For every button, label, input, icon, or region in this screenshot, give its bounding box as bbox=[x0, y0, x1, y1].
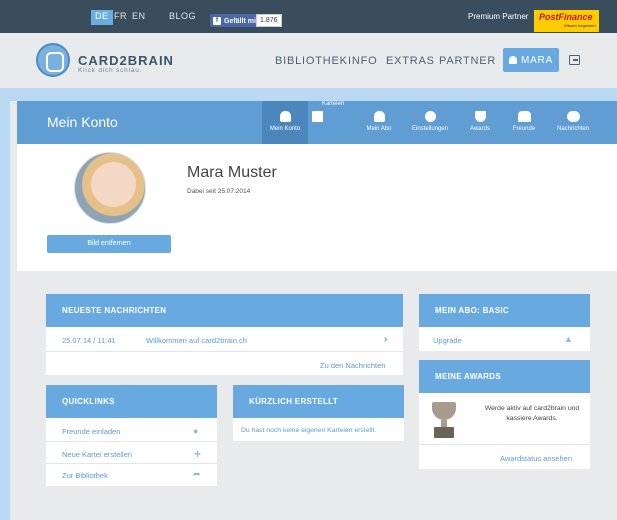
trophy-icon bbox=[474, 111, 486, 122]
postfinance-name: PostFinance bbox=[539, 12, 593, 22]
language-en[interactable]: EN bbox=[128, 10, 150, 25]
tab-label: Mein Abo bbox=[366, 126, 392, 132]
tab-mein-abo[interactable]: Mein Abo bbox=[358, 101, 400, 144]
trophy-icon bbox=[430, 402, 458, 438]
divider bbox=[46, 441, 217, 442]
facebook-icon: f bbox=[213, 17, 221, 25]
quicklink-invite-friends[interactable]: Freunde einladen bbox=[62, 427, 120, 436]
premium-partner-label: Premium Partner bbox=[468, 12, 529, 21]
facebook-like-count: 1.876 bbox=[256, 14, 282, 27]
nav-partner[interactable]: PARTNER bbox=[439, 55, 496, 67]
brand-slogan: Klick dich schlau. bbox=[78, 67, 143, 74]
share-arrow-icon: ➦ bbox=[193, 469, 201, 479]
quicklinks-card-title: QUICKLINKS bbox=[46, 385, 217, 418]
facebook-like-label: Gefällt mir bbox=[224, 17, 259, 25]
remove-picture-button[interactable]: Bild entfernen bbox=[47, 235, 171, 253]
divider bbox=[46, 351, 403, 352]
tab-label: Freunde bbox=[512, 126, 536, 132]
logout-icon[interactable] bbox=[569, 55, 580, 65]
avatar bbox=[74, 152, 146, 224]
recent-empty-text: Du hast noch keine eigenen Karteien erst… bbox=[241, 427, 377, 434]
tab-freunde[interactable]: Freunde bbox=[504, 101, 544, 144]
nav-extras[interactable]: EXTRAS bbox=[386, 55, 435, 67]
top-bar: DE FR EN BLOG f Gefällt mir 1.876 Premiu… bbox=[0, 0, 617, 33]
friends-icon: ● bbox=[193, 426, 199, 436]
user-menu-button[interactable]: MARA bbox=[503, 48, 559, 72]
brand-name[interactable]: CARD2BRAIN bbox=[78, 53, 174, 68]
blog-link[interactable]: BLOG bbox=[165, 10, 200, 25]
left-accent-strip bbox=[0, 88, 10, 520]
profile-name: Mara Muster bbox=[187, 164, 277, 181]
tab-label: Nachrichten bbox=[556, 126, 589, 132]
accent-strip bbox=[10, 88, 617, 101]
nav-bibliothek[interactable]: BIBLIOTHEK bbox=[275, 55, 348, 67]
subscription-card-title: MEIN ABO: BASIC bbox=[419, 294, 590, 327]
person-icon bbox=[279, 111, 291, 122]
quicklink-new-deck[interactable]: Neue Kartei erstellen bbox=[62, 450, 132, 459]
member-since: Dabei seit 25.07.2014 bbox=[187, 188, 251, 195]
user-name: MARA bbox=[520, 54, 554, 66]
tab-label: Awards bbox=[470, 126, 490, 132]
subscription-icon bbox=[373, 111, 385, 122]
site-header: CARD2BRAIN Klick dich schlau. BIBLIOTHEK… bbox=[0, 33, 617, 88]
user-icon bbox=[508, 56, 517, 64]
postfinance-logo[interactable]: PostFinance Wissen begeistert bbox=[534, 10, 599, 32]
quicklink-library[interactable]: Zur Bibliothek bbox=[62, 471, 108, 480]
award-status-link[interactable]: Awardstatus ansehen bbox=[500, 454, 572, 463]
facebook-like-button[interactable]: f Gefällt mir bbox=[210, 14, 262, 27]
nav-info[interactable]: INFO bbox=[348, 55, 377, 67]
gear-icon bbox=[424, 111, 436, 122]
plus-icon: + bbox=[194, 447, 202, 461]
tab-mein-konto[interactable]: Mein Konto bbox=[262, 101, 308, 144]
news-item-date[interactable]: 25.07.14 / 11:41 bbox=[62, 336, 116, 345]
upgrade-link[interactable]: Upgrade bbox=[433, 336, 462, 345]
chat-icon bbox=[566, 111, 580, 122]
awards-text: Werde aktiv auf card2brain und kassiere … bbox=[484, 405, 580, 422]
awards-card-title: MEINE AWARDS bbox=[419, 360, 590, 393]
news-item-title[interactable]: Willkommen auf card2brain.ch bbox=[146, 336, 247, 345]
recent-card-title: KÜRZLICH ERSTELLT bbox=[233, 385, 404, 418]
tab-label: Einstellungen bbox=[411, 126, 449, 132]
tab-label: Karteien bbox=[321, 101, 345, 107]
divider bbox=[46, 463, 217, 464]
tab-awards[interactable]: Awards bbox=[460, 101, 500, 144]
brain-logo-icon[interactable] bbox=[36, 43, 70, 77]
tab-einstellungen[interactable]: Einstellungen bbox=[404, 101, 456, 144]
friends-icon bbox=[517, 111, 531, 122]
tab-label: Mein Konto bbox=[269, 126, 301, 132]
all-news-link[interactable]: Zu den Nachrichten bbox=[320, 361, 385, 370]
postfinance-slogan: Wissen begeistert bbox=[564, 23, 596, 28]
page-title: Mein Konto bbox=[47, 114, 118, 130]
tab-nachrichten[interactable]: Nachrichten bbox=[548, 101, 598, 144]
cards-icon bbox=[312, 111, 323, 122]
account-bar: Mein Konto Mein Konto Karteien Mein Abo … bbox=[17, 101, 617, 144]
thumbs-up-icon: ▲ bbox=[564, 334, 573, 344]
chevron-right-icon[interactable]: › bbox=[384, 334, 387, 345]
news-card-title: NEUESTE NACHRICHTEN bbox=[46, 294, 403, 327]
tab-karteien[interactable]: Karteien bbox=[312, 101, 354, 144]
divider bbox=[419, 444, 590, 445]
